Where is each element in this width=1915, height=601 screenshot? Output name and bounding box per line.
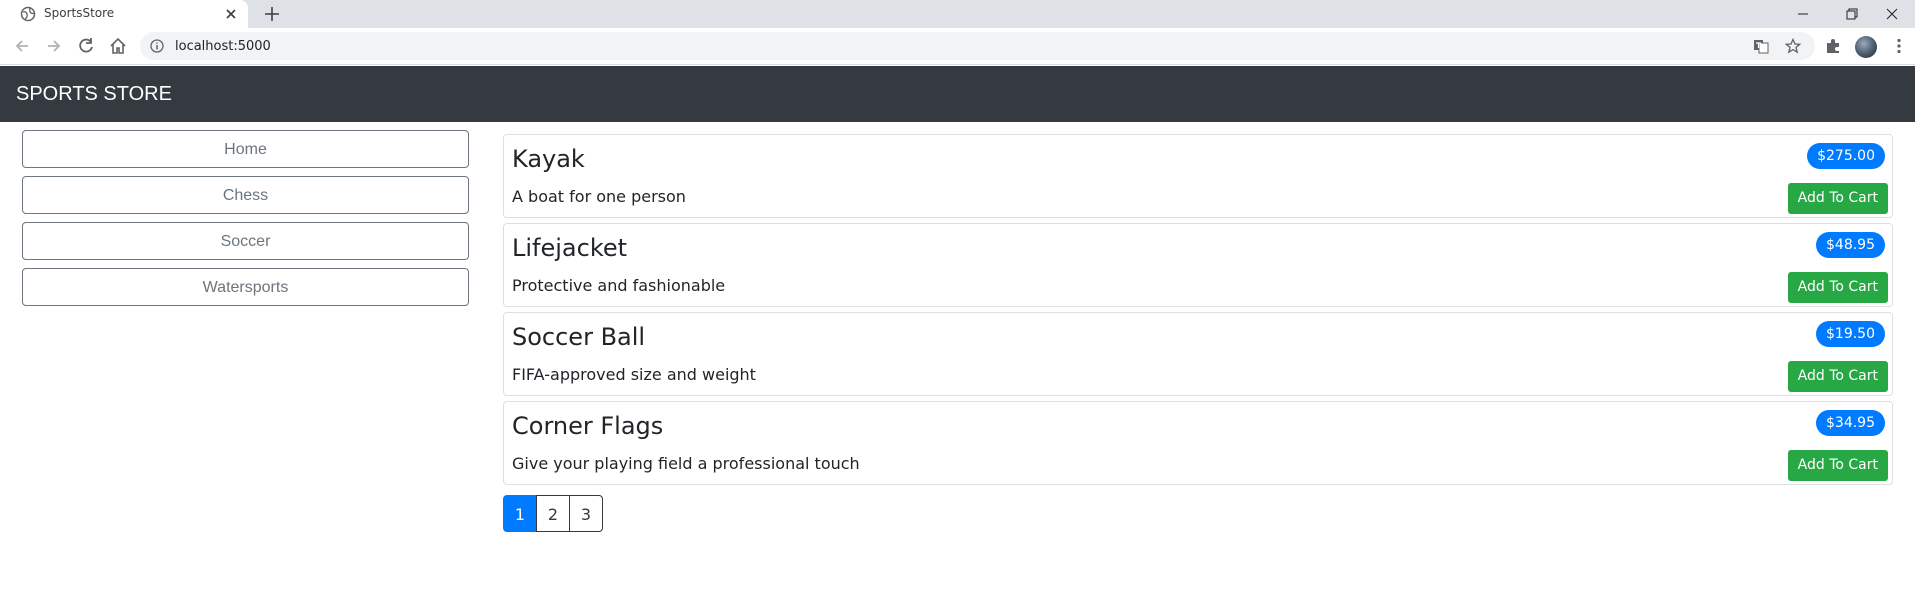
page-button-2[interactable]: 2 [536, 495, 570, 532]
forward-icon[interactable] [44, 36, 64, 56]
product-name: Soccer Ball [512, 323, 646, 351]
address-bar[interactable]: localhost:5000 [140, 32, 1815, 60]
price-badge: $19.50 [1816, 321, 1885, 347]
category-sidebar: Home Chess Soccer Watersports [22, 130, 470, 314]
category-button-soccer[interactable]: Soccer [22, 222, 469, 260]
add-to-cart-button[interactable]: Add To Cart [1787, 272, 1888, 303]
category-button-chess[interactable]: Chess [22, 176, 469, 214]
close-window-icon[interactable] [1869, 0, 1915, 28]
product-card: Soccer Ball $19.50 FIFA-approved size an… [503, 312, 1893, 396]
add-to-cart-button[interactable]: Add To Cart [1787, 183, 1888, 214]
product-name: Kayak [512, 145, 585, 173]
category-button-watersports[interactable]: Watersports [22, 268, 469, 306]
browser-toolbar: localhost:5000 [0, 28, 1915, 65]
info-icon[interactable] [150, 39, 164, 53]
app-navbar: SPORTS STORE [0, 66, 1915, 122]
extensions-icon[interactable] [1824, 37, 1842, 55]
product-description: A boat for one person [512, 187, 686, 206]
price-badge: $275.00 [1807, 143, 1885, 169]
close-icon[interactable] [223, 6, 239, 22]
product-description: FIFA-approved size and weight [512, 365, 756, 384]
add-to-cart-button[interactable]: Add To Cart [1787, 450, 1888, 481]
back-icon[interactable] [12, 36, 32, 56]
browser-tab-strip: SportsStore [0, 0, 1915, 28]
product-card: Lifejacket $48.95 Protective and fashion… [503, 223, 1893, 307]
tab-title: SportsStore [44, 6, 115, 20]
minimize-icon[interactable] [1780, 0, 1826, 28]
browser-tab[interactable]: SportsStore [0, 0, 248, 28]
url-text: localhost:5000 [175, 39, 271, 54]
page-button-3[interactable]: 3 [569, 495, 603, 532]
price-badge: $34.95 [1816, 410, 1885, 436]
globe-icon [20, 6, 36, 22]
product-list: Kayak $275.00 A boat for one person Add … [503, 134, 1893, 490]
page-button-1[interactable]: 1 [503, 495, 537, 532]
product-description: Give your playing field a professional t… [512, 454, 860, 473]
product-card: Corner Flags $34.95 Give your playing fi… [503, 401, 1893, 485]
product-name: Corner Flags [512, 412, 664, 440]
profile-avatar[interactable] [1855, 36, 1877, 58]
pagination: 1 2 3 [503, 495, 603, 532]
home-icon[interactable] [108, 36, 128, 56]
category-button-home[interactable]: Home [22, 130, 469, 168]
brand-title[interactable]: SPORTS STORE [16, 83, 172, 106]
translate-icon[interactable] [1753, 38, 1769, 54]
plus-icon[interactable] [262, 4, 282, 24]
menu-icon[interactable] [1890, 37, 1908, 55]
product-card: Kayak $275.00 A boat for one person Add … [503, 134, 1893, 218]
price-badge: $48.95 [1816, 232, 1885, 258]
product-name: Lifejacket [512, 234, 628, 262]
star-icon[interactable] [1784, 37, 1802, 54]
add-to-cart-button[interactable]: Add To Cart [1787, 361, 1888, 392]
product-description: Protective and fashionable [512, 276, 726, 295]
reload-icon[interactable] [76, 36, 96, 56]
